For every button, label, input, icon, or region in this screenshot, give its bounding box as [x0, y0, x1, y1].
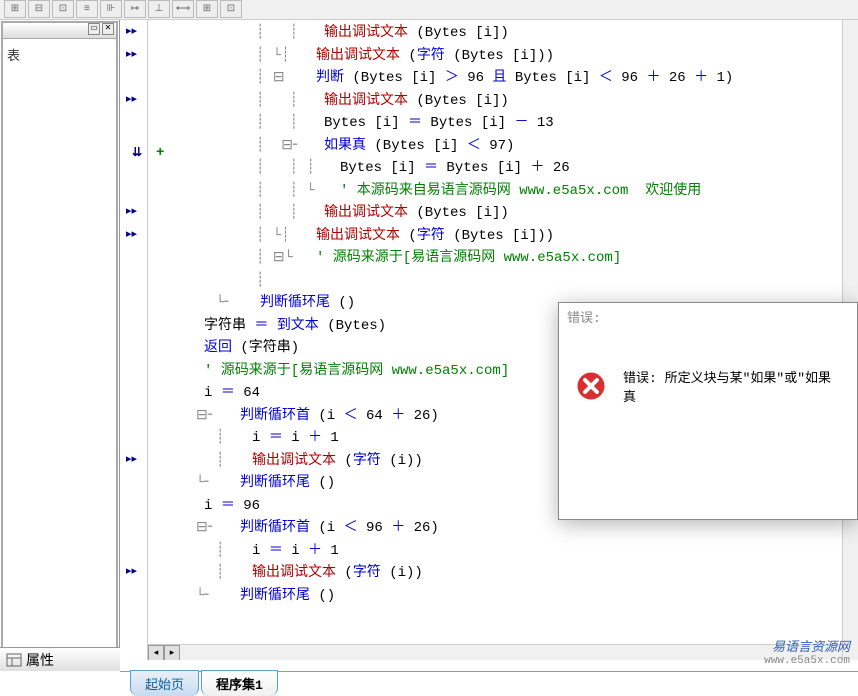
toolbar-button-9[interactable]: ⊡: [220, 0, 242, 18]
scroll-left-icon[interactable]: ◂: [148, 645, 164, 660]
error-icon: [575, 370, 607, 402]
dialog-title: 错误:: [559, 303, 857, 327]
code-line[interactable]: ⊟╴判断循环首 (i ＜ 96 ＋ 26): [148, 517, 842, 540]
toolbar-button-4[interactable]: ⊪: [100, 0, 122, 18]
code-line[interactable]: ┊ └┊输出调试文本 (字符 (Bytes [i])): [148, 225, 842, 248]
code-line[interactable]: ┊ ┊ └' 本源码来自易语言源码网 www.e5a5x.com 欢迎使用: [148, 180, 842, 203]
code-line[interactable]: ┊ ⊟ 判断 (Bytes [i] ＞ 96 且 Bytes [i] ＜ 96 …: [148, 67, 842, 90]
breakpoint-marker[interactable]: ▸▸: [126, 24, 137, 38]
toolbar: ⊞⊟⊡≡⊪↦⊥⟷⊞⊡: [0, 0, 858, 20]
toolbar-button-8[interactable]: ⊞: [196, 0, 218, 18]
tab-module[interactable]: 程序集1: [201, 670, 278, 696]
code-line[interactable]: ┊ ┊输出调试文本 (Bytes [i]): [148, 202, 842, 225]
panel-min-icon[interactable]: ▭: [88, 23, 100, 35]
properties-label: 属性: [26, 650, 54, 670]
code-line[interactable]: ┊ ⊟└' 源码来源于[易语言源码网 www.e5a5x.com]: [148, 247, 842, 270]
toolbar-button-1[interactable]: ⊟: [28, 0, 50, 18]
code-line[interactable]: ┊i ＝ i ＋ 1: [148, 540, 842, 563]
watermark-url: www.e5a5x.com: [764, 655, 850, 667]
gutter: ▸▸ ▸▸ ▸▸ ▸▸ ▸▸ ▸▸ ▸▸: [120, 20, 148, 660]
code-line[interactable]: └╴判断循环尾 (): [148, 585, 842, 608]
toolbar-button-0[interactable]: ⊞: [4, 0, 26, 18]
breakpoint-marker[interactable]: ▸▸: [126, 47, 137, 61]
watermark-cn: 易语言资源网: [764, 636, 850, 655]
code-line[interactable]: ┊ ⊟╴如果真 (Bytes [i] ＜ 97): [148, 135, 842, 158]
code-line[interactable]: ┊ ┊ ┊Bytes [i] ＝ Bytes [i] ＋ 26: [148, 157, 842, 180]
watermark: 易语言资源网 www.e5a5x.com: [764, 636, 850, 667]
code-line[interactable]: ┊: [148, 270, 842, 293]
scroll-right-icon[interactable]: ▸: [164, 645, 180, 660]
code-line[interactable]: ┊输出调试文本 (字符 (i)): [148, 562, 842, 585]
panel-content: 表: [3, 39, 116, 70]
error-message: 错误: 所定义块与某"如果"或"如果真: [623, 367, 841, 405]
breakpoint-marker[interactable]: ▸▸: [126, 204, 137, 218]
horizontal-scrollbar[interactable]: ◂ ▸: [148, 644, 842, 660]
code-line[interactable]: ┊ ┊Bytes [i] ＝ Bytes [i] － 13: [148, 112, 842, 135]
toolbar-button-6[interactable]: ⊥: [148, 0, 170, 18]
toolbar-button-2[interactable]: ⊡: [52, 0, 74, 18]
breakpoint-marker[interactable]: ▸▸: [126, 564, 137, 578]
code-line[interactable]: ┊ ┊输出调试文本 (Bytes [i]): [148, 22, 842, 45]
properties-tab[interactable]: 属性: [0, 647, 120, 671]
panel-close-icon[interactable]: ✕: [102, 23, 114, 35]
properties-icon: [6, 653, 22, 667]
toolbar-button-7[interactable]: ⟷: [172, 0, 194, 18]
panel-header: ▭ ✕: [3, 23, 116, 39]
toolbar-button-5[interactable]: ↦: [124, 0, 146, 18]
code-line[interactable]: [148, 607, 842, 630]
error-dialog: 错误: 错误: 所定义块与某"如果"或"如果真: [558, 302, 858, 520]
toolbar-button-3[interactable]: ≡: [76, 0, 98, 18]
plus-icon: +: [156, 145, 164, 161]
code-line[interactable]: ┊ └┊输出调试文本 (字符 (Bytes [i])): [148, 45, 842, 68]
editor-tabs: 起始页 程序集1: [120, 671, 858, 695]
left-column: ▭ ✕ 表: [0, 20, 120, 660]
code-line[interactable]: ┊ ┊输出调试文本 (Bytes [i]): [148, 90, 842, 113]
breakpoint-marker[interactable]: ▸▸: [126, 227, 137, 241]
breakpoint-marker[interactable]: ▸▸: [126, 92, 137, 106]
insert-arrow-icon: ⇊: [132, 145, 142, 160]
side-panel: ▭ ✕ 表: [1, 21, 118, 659]
tab-start[interactable]: 起始页: [130, 670, 199, 696]
breakpoint-marker[interactable]: ▸▸: [126, 452, 137, 466]
